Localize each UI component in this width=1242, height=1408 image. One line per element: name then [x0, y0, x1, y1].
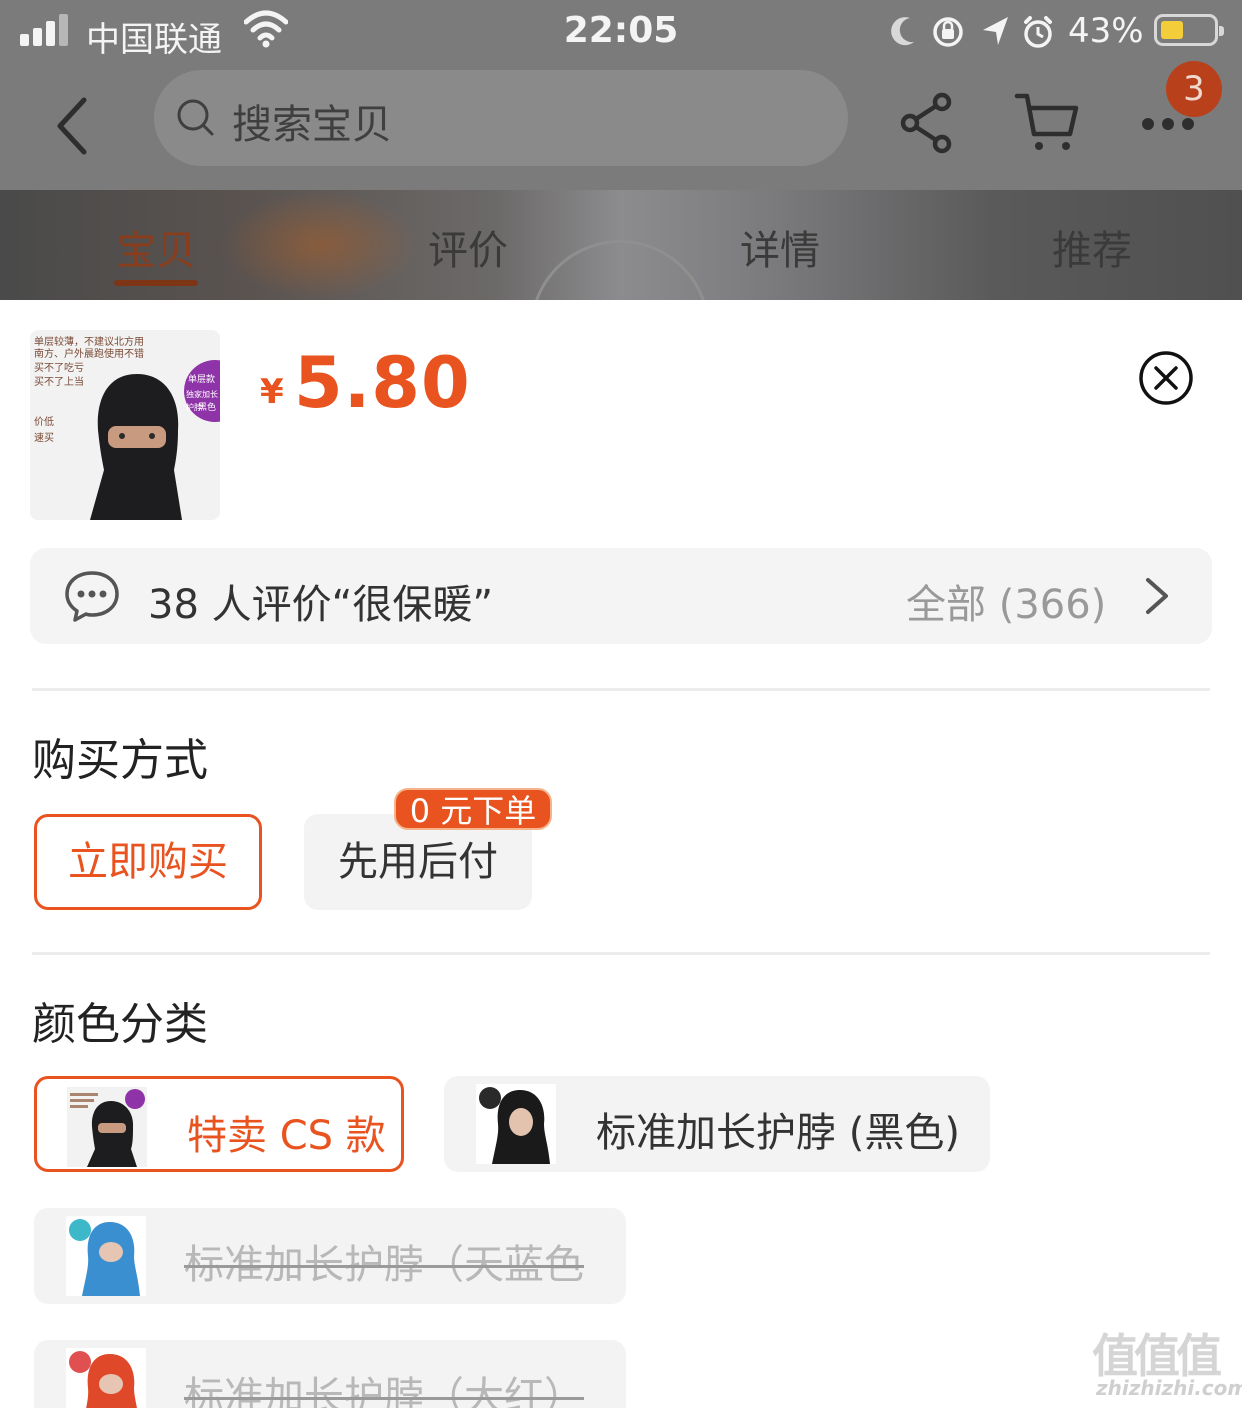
search-icon: [177, 99, 214, 136]
tab-item[interactable]: 宝贝: [56, 218, 256, 276]
zero-down-badge: 0 元下单: [394, 788, 552, 830]
search-placeholder: 搜索宝贝: [232, 102, 392, 148]
color-option-red[interactable]: 标准加长护脖（大红）: [34, 1340, 626, 1408]
black-hood-thumb: [476, 1084, 556, 1164]
review-summary-bar[interactable]: 38 人评价“很保暖” 全部 (366): [30, 548, 1212, 644]
back-button[interactable]: [48, 92, 108, 162]
notification-badge: 3: [1166, 61, 1222, 117]
tab-recommend[interactable]: 推荐: [992, 218, 1192, 276]
status-bar: 中国联通 22:05 43%: [0, 0, 1242, 64]
cell-signal-icon: [20, 14, 72, 46]
clock: 22:05: [563, 10, 679, 51]
balaclava-image: [90, 374, 182, 520]
top-nav-bar: 搜索宝贝 3: [0, 61, 1242, 190]
price: 5.80: [294, 342, 471, 424]
chat-bubble-icon: [65, 571, 119, 622]
sky-blue-hood-thumb: [66, 1216, 146, 1296]
divider: [32, 952, 1210, 955]
battery-percent: 43%: [1068, 11, 1144, 51]
close-button[interactable]: [1138, 350, 1194, 406]
option-label: 标准加长护脖 (黑色): [596, 1110, 960, 1156]
cart-button[interactable]: [1014, 90, 1080, 154]
currency-symbol: ¥: [260, 372, 284, 412]
status-icons: [891, 16, 1052, 48]
share-button[interactable]: [898, 92, 956, 154]
carrier-name: 中国联通: [86, 20, 222, 60]
color-option-black[interactable]: 标准加长护脖 (黑色): [444, 1076, 990, 1172]
chevron-right-icon: [1146, 578, 1168, 614]
black-balaclava-thumb: [67, 1087, 147, 1167]
buy-now-option[interactable]: 立即购买: [34, 814, 262, 910]
moon-icon: [891, 17, 914, 46]
search-input[interactable]: 搜索宝贝: [154, 70, 848, 166]
location-arrow-icon: [983, 17, 1008, 45]
divider: [32, 688, 1210, 691]
tab-reviews[interactable]: 评价: [368, 218, 568, 276]
product-thumbnail[interactable]: 单层较薄，不建议北方用 南方、户外晨跑使用不错 买不了吃亏 买不了上当 价低 速…: [30, 330, 220, 520]
option-label: 标准加长护脖（大红）: [184, 1374, 584, 1408]
product-tabs: 宝贝 评价 详情 推荐: [0, 190, 1242, 300]
color-option-sky-blue[interactable]: 标准加长护脖（天蓝色: [34, 1208, 626, 1304]
tab-details[interactable]: 详情: [680, 218, 880, 276]
rotation-lock-icon: [933, 17, 963, 47]
alarm-icon: [1024, 16, 1052, 48]
purchase-method-title: 购买方式: [32, 735, 208, 786]
wifi-icon: [244, 10, 288, 48]
option-label: 标准加长护脖（天蓝色: [184, 1242, 584, 1288]
red-hood-thumb: [66, 1348, 146, 1408]
all-reviews-link[interactable]: 全部 (366): [906, 572, 1106, 630]
dimmed-background[interactable]: 中国联通 22:05 43% 搜索宝贝 3 宝贝 评价 详情 推荐: [0, 0, 1242, 300]
site-watermark: 值值值 zhizhizhi.com: [1092, 1329, 1242, 1400]
color-option-cs[interactable]: 特卖 CS 款: [34, 1076, 404, 1172]
review-highlight-text: 38 人评价“很保暖”: [148, 582, 494, 628]
sku-selection-sheet: 单层较薄，不建议北方用 南方、户外晨跑使用不错 买不了吃亏 买不了上当 价低 速…: [0, 300, 1242, 1408]
option-label: 特卖 CS 款: [187, 1113, 386, 1159]
active-tab-indicator: [114, 280, 198, 286]
battery-icon: [1154, 14, 1224, 46]
color-category-title: 颜色分类: [32, 999, 208, 1050]
